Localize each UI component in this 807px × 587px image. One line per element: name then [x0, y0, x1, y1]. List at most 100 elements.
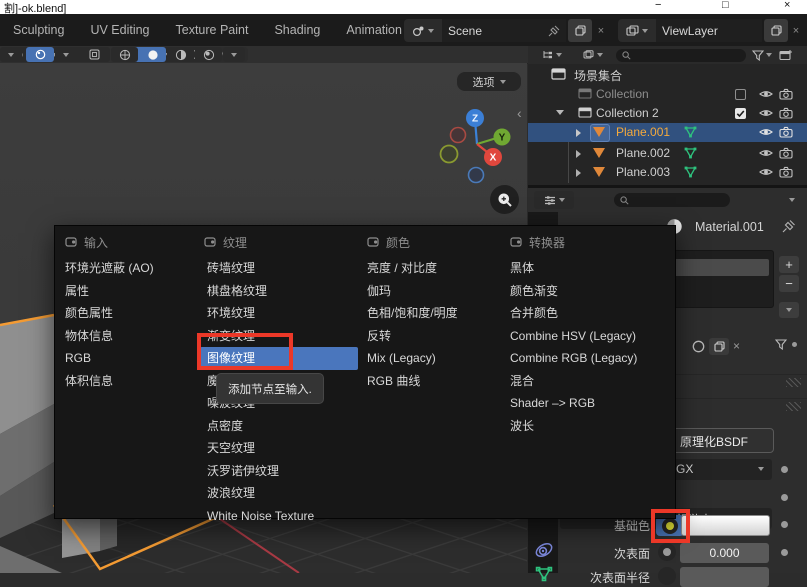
xray-dropdown[interactable]	[55, 47, 77, 62]
scene-browse-button[interactable]	[404, 19, 442, 42]
close-button[interactable]: ×	[784, 0, 790, 11]
menu-item-wavelength[interactable]: 波长	[510, 415, 670, 438]
outliner-filter-image-dropdown[interactable]	[574, 48, 612, 62]
menu-item-rgb[interactable]: RGB	[65, 347, 195, 370]
outliner-filter-dropdown[interactable]	[752, 50, 772, 61]
menu-item-checker-texture[interactable]: 棋盘格纹理	[200, 280, 358, 303]
shading-dropdown[interactable]	[223, 47, 245, 62]
eye-icon[interactable]	[759, 89, 773, 99]
outliner-display-mode-dropdown[interactable]	[534, 48, 570, 62]
menu-item-gamma[interactable]: 伽玛	[367, 280, 505, 303]
tab-uv-editing[interactable]: UV Editing	[77, 15, 162, 46]
animate-dot[interactable]	[781, 494, 788, 501]
menu-item-white-noise-texture[interactable]: White Noise Texture	[200, 505, 358, 528]
outliner-row-plane-003[interactable]: Plane.003	[528, 163, 807, 182]
minimize-button[interactable]: −	[655, 0, 661, 11]
camera-icon[interactable]	[779, 107, 793, 119]
outliner-row-scene-collection[interactable]: 场景集合	[528, 65, 807, 84]
tab-texture-paint[interactable]: Texture Paint	[163, 15, 262, 46]
overlays-dropdown[interactable]	[0, 47, 22, 62]
x-negative-ball[interactable]	[451, 128, 466, 143]
disclosure-collapsed-icon[interactable]	[576, 150, 581, 158]
menu-item-sky-texture[interactable]: 天空纹理	[200, 437, 358, 460]
scene-unlink-button[interactable]: ×	[592, 25, 610, 37]
panel-grip[interactable]	[786, 378, 801, 387]
subsurface-radius-field[interactable]	[680, 567, 769, 587]
menu-item-voronoi-texture[interactable]: 沃罗诺伊纹理	[200, 460, 358, 483]
shading-material-button[interactable]	[167, 47, 194, 62]
menu-item-rgb-curves[interactable]: RGB 曲线	[367, 370, 505, 393]
menu-item-invert[interactable]: 反转	[367, 325, 505, 348]
copy-material-button[interactable]	[709, 338, 729, 355]
y-negative-ball[interactable]	[441, 146, 458, 163]
disclosure-collapsed-icon[interactable]	[576, 169, 581, 177]
tab-sculpting[interactable]: Sculpting	[0, 15, 77, 46]
pin-icon[interactable]	[548, 25, 560, 37]
menu-item-environment-texture[interactable]: 环境纹理	[200, 302, 358, 325]
scene-copy-button[interactable]	[568, 19, 592, 42]
eye-icon[interactable]	[759, 108, 773, 118]
menu-item-color-attribute[interactable]: 颜色属性	[65, 302, 195, 325]
add-material-slot-button[interactable]: +	[779, 256, 799, 273]
viewlayer-name-field[interactable]: ViewLayer	[656, 19, 762, 42]
menu-item-shader-to-rgb[interactable]: Shader –> RGB	[510, 392, 670, 415]
funnel-icon[interactable]	[775, 339, 787, 350]
menu-item-brick-texture[interactable]: 砖墙纹理	[200, 257, 358, 280]
properties-search-input[interactable]	[614, 193, 730, 207]
animate-dot[interactable]	[781, 549, 788, 556]
breadcrumb-material-name[interactable]: Material.001	[695, 220, 764, 234]
disclosure-expanded-icon[interactable]	[556, 110, 564, 115]
disclosure-collapsed-icon[interactable]	[576, 129, 581, 137]
material-specials-dropdown[interactable]	[779, 302, 799, 318]
panel-grip[interactable]	[786, 402, 801, 411]
outliner-search-input[interactable]	[616, 49, 746, 62]
properties-tab-dropdown[interactable]	[534, 191, 574, 209]
shading-solid-button[interactable]	[139, 47, 166, 62]
properties-options-chevron[interactable]	[789, 198, 795, 202]
tab-animation[interactable]: Animation	[333, 15, 402, 46]
animate-dot[interactable]	[781, 521, 788, 528]
menu-item-color-ramp[interactable]: 颜色渐变	[510, 280, 670, 303]
shading-rendered-button[interactable]	[195, 47, 222, 62]
subsurface-socket-button[interactable]	[658, 543, 676, 561]
remove-material-slot-button[interactable]: −	[779, 275, 799, 292]
menu-item-hue-saturation-value[interactable]: 色相/饱和度/明度	[367, 302, 505, 325]
render-region-button[interactable]	[81, 47, 107, 62]
tab-shading[interactable]: Shading	[261, 15, 333, 46]
scene-name-field[interactable]: Scene	[442, 19, 566, 42]
viewport-options-dropdown[interactable]: 选项	[456, 71, 522, 92]
camera-icon[interactable]	[779, 147, 793, 159]
eye-icon[interactable]	[759, 167, 773, 177]
shading-wireframe-button[interactable]	[111, 47, 138, 62]
outliner-row-collection-2[interactable]: Collection 2	[528, 104, 807, 123]
camera-icon[interactable]	[779, 126, 793, 138]
viewlayer-browse-button[interactable]	[618, 19, 656, 42]
new-collection-button[interactable]	[779, 49, 793, 61]
outliner-row-plane-002[interactable]: Plane.002	[528, 144, 807, 163]
camera-icon[interactable]	[779, 88, 793, 100]
eye-icon[interactable]	[759, 127, 773, 137]
menu-item-object-info[interactable]: 物体信息	[65, 325, 195, 348]
viewlayer-copy-button[interactable]	[764, 19, 788, 42]
exclude-checkbox-checked[interactable]	[735, 108, 746, 119]
menu-item-blackbody[interactable]: 黑体	[510, 257, 670, 280]
menu-item-volume-info[interactable]: 体积信息	[65, 370, 195, 393]
eye-icon[interactable]	[759, 148, 773, 158]
menu-item-brightness-contrast[interactable]: 亮度 / 对比度	[367, 257, 505, 280]
z-negative-ball[interactable]	[469, 168, 484, 183]
subsurface-value-field[interactable]: 0.000	[680, 543, 769, 563]
animate-dot[interactable]	[781, 466, 788, 473]
menu-item-combine-rgb-legacy[interactable]: Combine RGB (Legacy)	[510, 347, 670, 370]
subsurface-radius-socket[interactable]	[658, 567, 676, 585]
menu-item-combine-color[interactable]: 合并颜色	[510, 302, 670, 325]
menu-item-ambient-occlusion[interactable]: 环境光遮蔽 (AO)	[65, 257, 195, 280]
menu-item-combine-hsv-legacy[interactable]: Combine HSV (Legacy)	[510, 325, 670, 348]
menu-item-attribute[interactable]: 属性	[65, 280, 195, 303]
outliner-row-plane-001[interactable]: Plane.001	[528, 123, 807, 142]
unlink-material-button[interactable]: ×	[733, 339, 740, 353]
pin-icon[interactable]	[782, 219, 796, 233]
viewlayer-remove-button[interactable]: ×	[788, 25, 804, 37]
menu-item-mix-legacy[interactable]: Mix (Legacy)	[367, 347, 505, 370]
menu-item-point-density[interactable]: 点密度	[200, 415, 358, 438]
sidebar-collapse-arrow[interactable]: ‹	[517, 105, 522, 121]
